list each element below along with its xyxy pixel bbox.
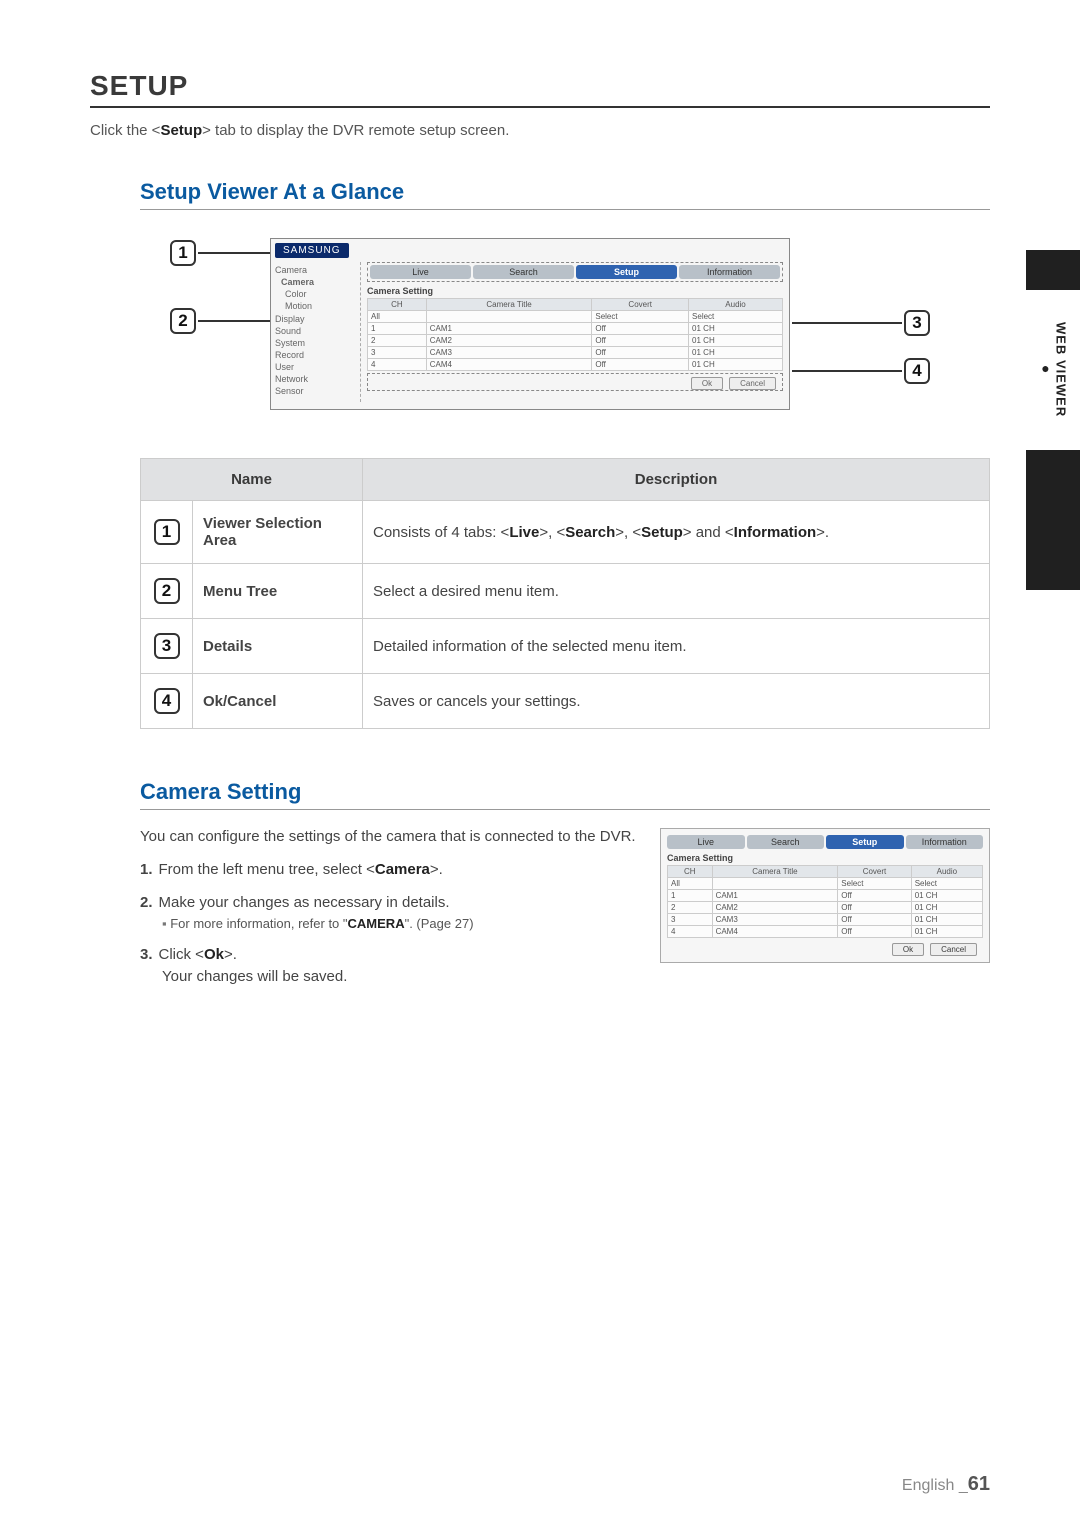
section-setup-viewer: Setup Viewer At a Glance [140,179,990,210]
brand-logo: SAMSUNG [275,243,349,258]
table-row: 4CAM4Off01 CH [368,359,783,371]
page-title: SETUP [90,70,990,108]
tab-bar: Live Search Setup Information [367,262,783,282]
side-tab: ● WEB VIEWER [1026,250,1080,590]
step-2: 2.Make your changes as necessary in deta… [140,892,640,934]
intro-text: Click the <Setup> tab to display the DVR… [90,122,990,139]
callout-3: 3 [904,310,930,336]
section-camera-setting: Camera Setting [140,779,990,810]
overview-diagram: 1 2 3 4 SAMSUNG Camera Camera Color Moti… [170,228,930,428]
panel-title: Camera Setting [367,286,783,296]
callout-4: 4 [904,358,930,384]
table-row: 2CAM2Off01 CH [368,335,783,347]
page-footer: English _61 [902,1473,990,1496]
tab-setup[interactable]: Setup [576,265,677,279]
description-table: Name Description 1 Viewer Selection Area… [140,458,990,729]
camera-intro: You can configure the settings of the ca… [140,828,640,845]
callout-2: 2 [170,308,196,334]
tab-live[interactable]: Live [370,265,471,279]
bullet-icon: ● [1038,360,1054,376]
side-label: WEB VIEWER [1054,322,1069,417]
tab-search[interactable]: Search [473,265,574,279]
table-row: 3CAM3Off01 CH [368,347,783,359]
ok-button[interactable]: Ok [691,377,723,390]
setup-window: SAMSUNG Camera Camera Color Motion Displ… [270,238,790,410]
ok-button[interactable]: Ok [892,943,924,956]
callout-1: 1 [170,240,196,266]
table-row: 1CAM1Off01 CH [368,323,783,335]
step-3: 3.Click <Ok>. Your changes will be saved… [140,944,640,989]
table-row: AllSelectSelect [368,311,783,323]
camera-setting-screenshot: Live Search Setup Information Camera Set… [660,828,990,963]
cancel-button[interactable]: Cancel [729,377,776,390]
step-1: 1.From the left menu tree, select <Camer… [140,859,640,882]
tab-information[interactable]: Information [679,265,780,279]
camera-table: CH Camera Title Covert Audio AllSelectSe… [367,298,783,371]
cancel-button[interactable]: Cancel [930,943,977,956]
menu-tree[interactable]: Camera Camera Color Motion Display Sound… [271,262,361,402]
